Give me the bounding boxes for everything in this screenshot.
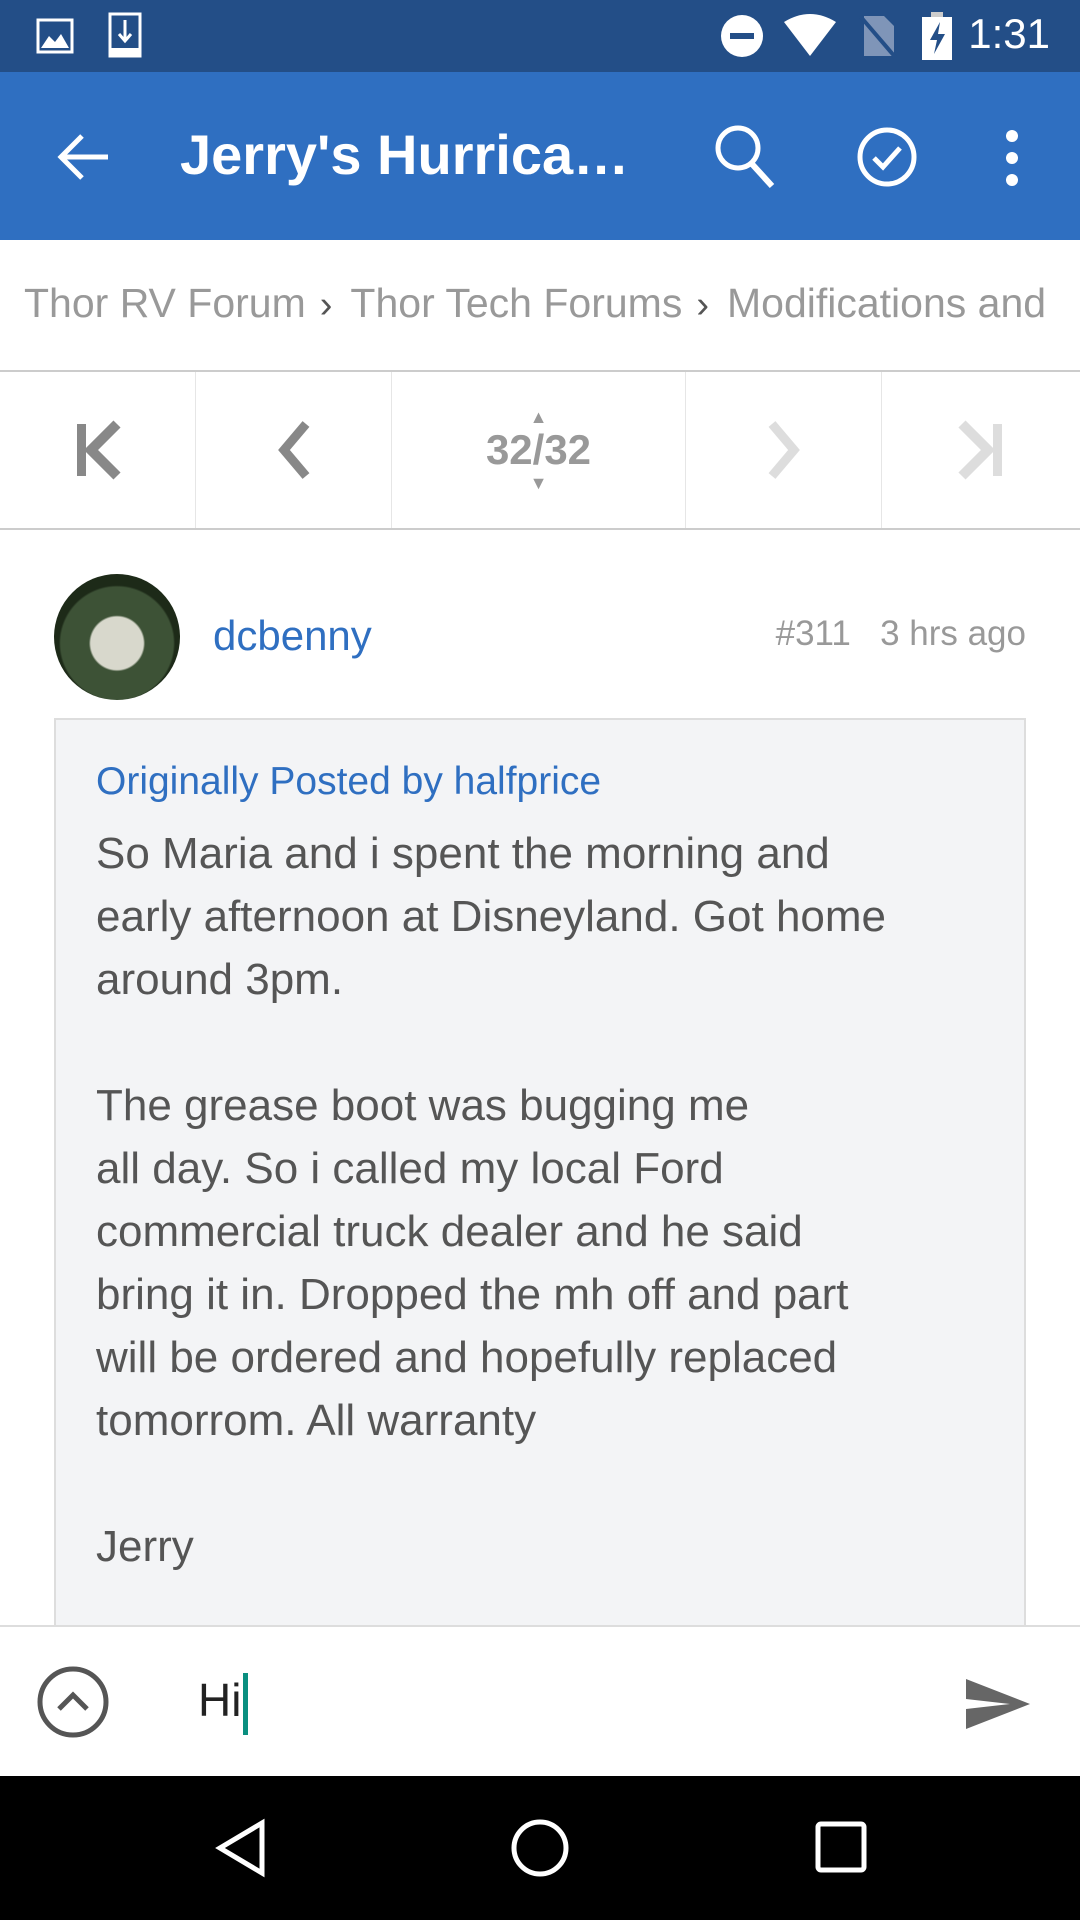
expand-up-icon[interactable] [36,1665,110,1739]
breadcrumb-item[interactable]: Thor Tech Forums [350,280,682,326]
chevron-left-icon [277,421,309,479]
caret-down-icon: ▼ [529,473,548,493]
next-page-button[interactable] [686,372,882,528]
text-cursor [243,1673,249,1735]
last-page-icon [958,420,1002,480]
quote-block: Originally Posted by halfprice So Maria … [54,718,1026,1678]
app-bar: Jerry's Hurricane... [0,72,1080,240]
download-icon [108,12,142,58]
breadcrumb: Thor RV Forum › Thor Tech Forums › Modificat… [0,240,1080,372]
username-link[interactable]: dcbenny [213,612,372,660]
check-circle-icon[interactable] [856,126,918,188]
search-icon[interactable] [712,122,776,190]
breadcrumb-item[interactable]: Thor RV Forum [24,280,306,326]
image-icon [36,18,74,54]
caret-up-icon: ▲ [529,407,548,427]
back-arrow-icon[interactable] [56,132,112,182]
clock: 1:31 [968,10,1050,57]
chevron-right-icon: › [696,284,709,326]
battery-charging-icon [922,12,952,60]
previous-page-button[interactable] [196,372,392,528]
post-header: dcbenny #311 3 hrs ago [54,574,1026,700]
thread-title: Jerry's Hurricane... [180,123,650,186]
page-selector[interactable]: ▲ 32/32 ▼ [392,372,686,528]
last-page-button[interactable] [882,372,1080,528]
dnd-icon [721,15,763,57]
post-number[interactable]: #311 [776,614,851,653]
page-indicator: 32/32 [485,426,592,473]
home-nav-icon[interactable] [510,1818,570,1878]
post-meta: #311 3 hrs ago [776,614,1026,654]
reply-bar: Hi [0,1625,1080,1776]
avatar[interactable] [54,574,180,700]
chevron-right-icon: › [319,284,333,326]
back-nav-icon[interactable] [214,1818,268,1878]
first-page-button[interactable] [0,372,196,528]
breadcrumb-item[interactable]: Modifications and [727,280,1046,326]
reply-input[interactable]: Hi [198,1673,249,1735]
quote-text: So Maria and i spent the morning and ear… [96,829,887,1571]
reply-input-value: Hi [198,1674,242,1727]
send-icon[interactable] [962,1675,1034,1733]
post-time: 3 hrs ago [880,614,1026,653]
more-vert-icon[interactable] [1002,128,1022,188]
recents-nav-icon[interactable] [814,1820,868,1874]
quote-author-link[interactable]: Originally Posted by halfprice [96,760,984,804]
first-page-icon [76,420,121,480]
pager: ▲ 32/32 ▼ [0,372,1080,530]
wifi-icon [784,14,836,56]
status-bar: 1:31 [0,0,1080,72]
no-sim-icon [858,14,898,58]
chevron-right-icon [768,421,800,479]
system-nav-bar [0,1776,1080,1920]
